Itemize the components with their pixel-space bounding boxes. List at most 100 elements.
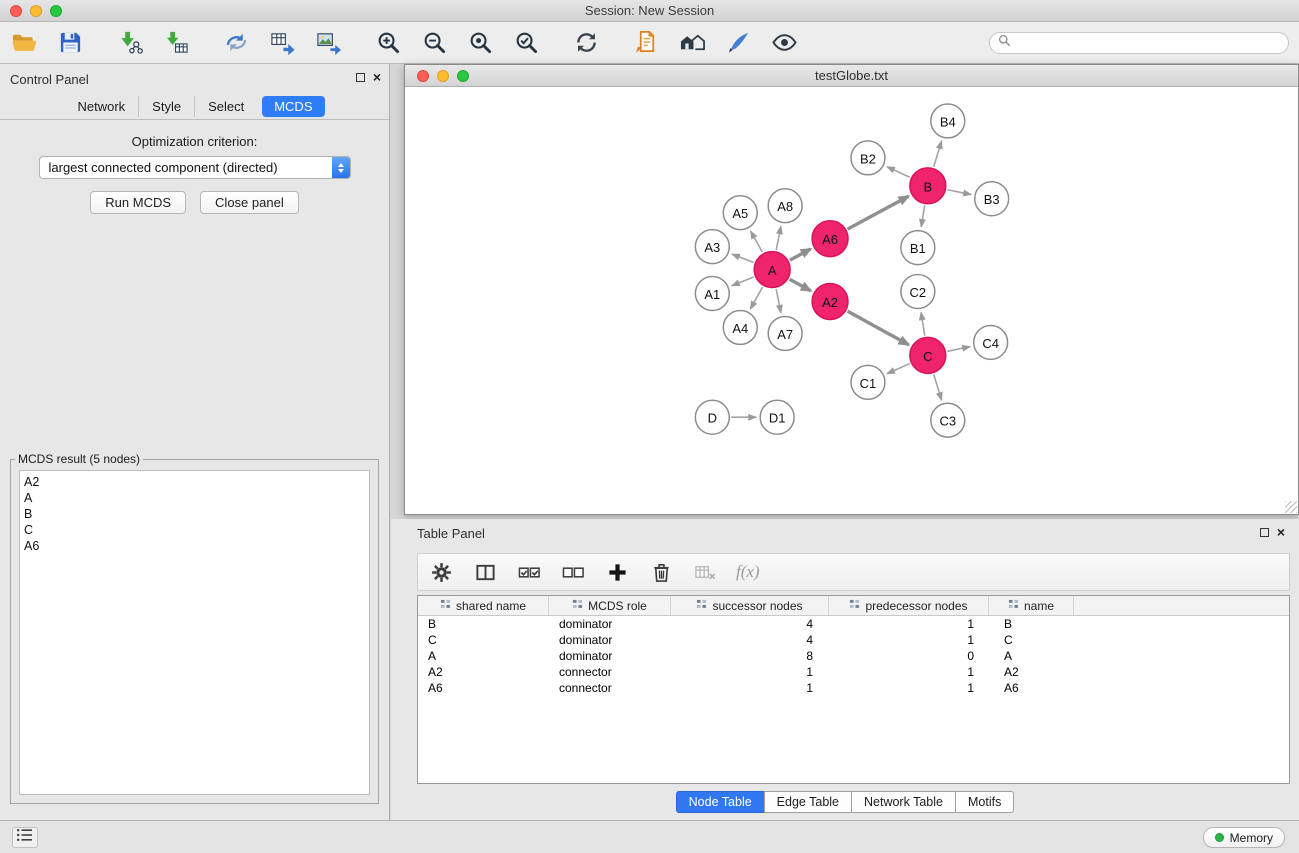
node-A1[interactable]: A1 <box>695 277 729 311</box>
first-neighbors-icon[interactable] <box>630 27 662 59</box>
export-image-icon[interactable] <box>312 27 344 59</box>
node-C3[interactable]: C3 <box>931 403 965 437</box>
show-hide-panels-icon[interactable] <box>676 27 708 59</box>
table-browser-button[interactable] <box>12 827 38 848</box>
eye-icon[interactable] <box>768 27 800 59</box>
select-all-icon[interactable] <box>516 559 542 585</box>
column-header-name[interactable]: name <box>989 596 1074 615</box>
refresh-icon[interactable] <box>570 27 602 59</box>
edge-B-B2[interactable] <box>887 167 910 178</box>
save-session-icon[interactable] <box>54 27 86 59</box>
table-panel-float-icon[interactable] <box>1260 528 1269 537</box>
edge-A-A2[interactable] <box>790 279 811 291</box>
column-header-shared-name[interactable]: shared name <box>418 596 549 615</box>
import-table-icon[interactable] <box>160 27 192 59</box>
style-brush-icon[interactable] <box>722 27 754 59</box>
node-B1[interactable]: B1 <box>901 231 935 265</box>
import-network-icon[interactable] <box>114 27 146 59</box>
node-A4[interactable]: A4 <box>723 310 757 344</box>
tab-motifs[interactable]: Motifs <box>955 791 1014 813</box>
tab-edge-table[interactable]: Edge Table <box>764 791 852 813</box>
node-A8[interactable]: A8 <box>768 189 802 223</box>
criterion-dropdown[interactable]: largest connected component (directed) <box>39 156 351 179</box>
table-row[interactable]: Bdominator41B <box>418 616 1289 632</box>
node-B4[interactable]: B4 <box>931 104 965 138</box>
zoom-fit-icon[interactable] <box>464 27 496 59</box>
table-row[interactable]: Cdominator41C <box>418 632 1289 648</box>
tab-network-table[interactable]: Network Table <box>851 791 956 813</box>
close-panel-icon[interactable]: × <box>373 71 381 83</box>
zoom-in-icon[interactable] <box>372 27 404 59</box>
mcds-result-list[interactable]: A2ABCA6 <box>19 470 370 795</box>
node-A2[interactable]: A2 <box>812 284 848 320</box>
node-A[interactable]: A <box>754 252 790 288</box>
edge-A-A5[interactable] <box>751 231 763 252</box>
result-item[interactable]: A <box>24 490 369 506</box>
table-row[interactable]: Adominator80A <box>418 648 1289 664</box>
edge-C-C3[interactable] <box>934 374 942 400</box>
result-item[interactable]: A6 <box>24 538 369 554</box>
search-box[interactable] <box>989 32 1289 54</box>
edge-C-C4[interactable] <box>947 347 970 352</box>
node-D[interactable]: D <box>695 400 729 434</box>
open-session-icon[interactable] <box>8 27 40 59</box>
deselect-all-icon[interactable] <box>560 559 586 585</box>
result-item[interactable]: C <box>24 522 369 538</box>
tab-select[interactable]: Select <box>194 96 257 117</box>
edge-C-C1[interactable] <box>887 364 910 374</box>
result-item[interactable]: A2 <box>24 474 369 490</box>
zoom-out-icon[interactable] <box>418 27 450 59</box>
node-D1[interactable]: D1 <box>760 400 794 434</box>
split-panel-icon[interactable] <box>472 559 498 585</box>
zoom-selected-icon[interactable] <box>510 27 542 59</box>
node-B3[interactable]: B3 <box>975 182 1009 216</box>
close-panel-button[interactable]: Close panel <box>200 191 299 214</box>
tab-network[interactable]: Network <box>64 96 138 117</box>
column-header-mcds-role[interactable]: MCDS role <box>549 596 671 615</box>
node-C[interactable]: C <box>910 337 946 373</box>
export-table-icon[interactable] <box>266 27 298 59</box>
column-header-successor-nodes[interactable]: successor nodes <box>671 596 829 615</box>
tab-mcds[interactable]: MCDS <box>262 96 324 117</box>
node-B[interactable]: B <box>910 168 946 204</box>
column-header-predecessor-nodes[interactable]: predecessor nodes <box>829 596 989 615</box>
float-panel-icon[interactable] <box>356 73 365 82</box>
node-C2[interactable]: C2 <box>901 275 935 309</box>
edge-A-A8[interactable] <box>776 226 781 250</box>
edge-A-A7[interactable] <box>776 289 781 313</box>
node-A6[interactable]: A6 <box>812 221 848 257</box>
node-A7[interactable]: A7 <box>768 316 802 350</box>
tab-node-table[interactable]: Node Table <box>676 791 765 813</box>
edge-A6-B[interactable] <box>848 196 909 229</box>
node-C4[interactable]: C4 <box>974 325 1008 359</box>
edge-A2-C[interactable] <box>848 311 909 345</box>
edge-B-B1[interactable] <box>921 205 924 226</box>
table-row[interactable]: A2connector11A2 <box>418 664 1289 680</box>
node-B2[interactable]: B2 <box>851 141 885 175</box>
edge-A-A6[interactable] <box>790 249 811 260</box>
delete-table-icon[interactable] <box>692 559 718 585</box>
node-C1[interactable]: C1 <box>851 365 885 399</box>
node-A3[interactable]: A3 <box>695 230 729 264</box>
tab-style[interactable]: Style <box>138 96 194 117</box>
edge-B-B3[interactable] <box>947 190 971 195</box>
run-mcds-button[interactable]: Run MCDS <box>90 191 186 214</box>
resize-grip[interactable] <box>1285 501 1297 513</box>
table-row[interactable]: A6connector11A6 <box>418 680 1289 696</box>
table-panel-close-icon[interactable]: × <box>1277 526 1285 538</box>
search-input[interactable] <box>1016 36 1266 50</box>
network-canvas[interactable]: A A1 A2 A3 A4 A5 A6 A7 A8 B B1 B2 B3 B4 C C1 C2 C3 C4 D D1 <box>405 87 1298 514</box>
memory-button[interactable]: Memory <box>1203 827 1285 848</box>
function-builder-button[interactable]: f(x) <box>736 562 760 582</box>
edge-C-C2[interactable] <box>921 312 925 335</box>
edge-A-A3[interactable] <box>732 254 754 262</box>
edge-A-A4[interactable] <box>750 287 762 309</box>
edge-B-B4[interactable] <box>934 141 942 167</box>
edge-A-A1[interactable] <box>732 277 754 286</box>
result-item[interactable]: B <box>24 506 369 522</box>
settings-gear-icon[interactable] <box>428 559 454 585</box>
export-network-icon[interactable] <box>220 27 252 59</box>
node-A5[interactable]: A5 <box>723 196 757 230</box>
create-column-icon[interactable] <box>604 559 630 585</box>
delete-column-icon[interactable] <box>648 559 674 585</box>
